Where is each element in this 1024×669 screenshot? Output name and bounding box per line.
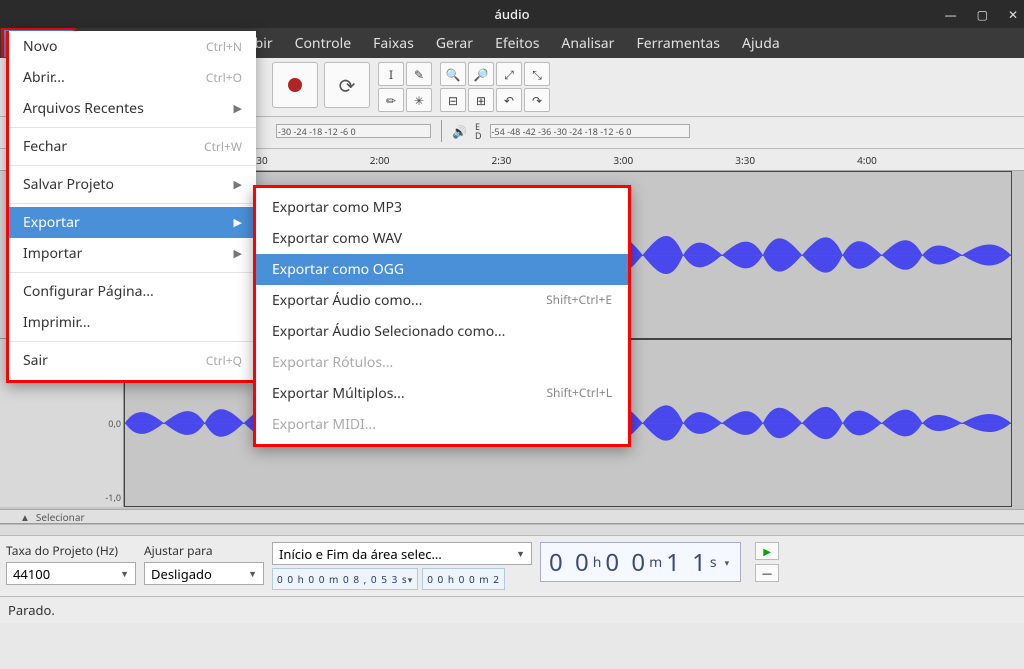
fit-project-icon[interactable]: ⤡ [524,62,550,86]
speaker-icon[interactable]: 🔊 [452,123,467,140]
selection-start[interactable]: 0 0 h 0 0 m 0 8 , 0 5 3 s▾ [272,568,418,590]
export-mp3[interactable]: Exportar como MP3 [256,192,628,223]
tools-toolbar: I ✎ ✏ ✳ [378,62,432,112]
zoom-out-icon[interactable]: 🔎 [468,62,494,86]
export-submenu: Exportar como MP3 Exportar como WAV Expo… [253,185,631,447]
close-icon[interactable]: ✕ [1008,6,1018,23]
transport-toolbar [272,62,370,108]
export-ogg[interactable]: Exportar como OGG [256,254,628,285]
select-band[interactable]: ▲ Selecionar [0,509,1024,523]
menu-item-novo[interactable]: NovoCtrl+N [9,31,256,62]
export-midi: Exportar MIDI... [256,409,628,440]
export-rotulos: Exportar Rótulos... [256,347,628,378]
hscroll[interactable] [0,524,1024,536]
export-audio-como[interactable]: Exportar Áudio como...Shift+Ctrl+E [256,285,628,316]
menu-gerar[interactable]: Gerar [426,30,483,57]
play-at-speed-button[interactable]: ▶ [755,542,779,560]
status-bar: Parado. [0,597,1024,623]
audio-position[interactable]: 0 0h 0 0m 1 1s ▾ [540,542,741,582]
trim-icon[interactable]: ⊟ [440,88,466,112]
content-area: NovoCtrl+N Abrir...Ctrl+O Arquivos Recen… [0,149,1024,524]
selection-range: Início e Fim da área selec…▼ 0 0 h 0 0 m… [272,542,532,590]
minimize-icon[interactable]: — [945,6,957,23]
menu-efeitos[interactable]: Efeitos [485,30,549,57]
menu-item-abrir[interactable]: Abrir...Ctrl+O [9,62,256,93]
menu-faixas[interactable]: Faixas [363,30,424,57]
menu-item-fechar[interactable]: FecharCtrl+W [9,131,256,162]
loop-button[interactable] [324,62,370,108]
selection-tool[interactable]: I [378,62,404,86]
project-rate: Taxa do Projeto (Hz) 44100▼ [6,542,136,585]
zoom-in-icon[interactable]: 🔍 [440,62,466,86]
meter-channels: E D [475,122,482,140]
undo-icon[interactable]: ↶ [496,88,522,112]
speed-slider[interactable]: — [755,564,779,582]
play-at-speed: ▶ — [755,542,779,582]
fit-selection-icon[interactable]: ⤢ [496,62,522,86]
menu-item-config-pagina[interactable]: Configurar Página... [9,276,256,307]
scale-mid2: 0,0 [108,417,121,430]
project-rate-label: Taxa do Projeto (Hz) [6,542,136,559]
silence-icon[interactable]: ⊞ [468,88,494,112]
menu-analisar[interactable]: Analisar [551,30,624,57]
window-title: áudio [494,5,529,23]
export-multiplos[interactable]: Exportar Múltiplos...Shift+Ctrl+L [256,378,628,409]
draw-tool[interactable]: ✏ [378,88,404,112]
multi-tool[interactable]: ✳ [406,88,432,112]
menu-item-exportar[interactable]: Exportar▶ [9,207,256,238]
record-button[interactable] [272,62,318,108]
window-controls: — ▢ ✕ [945,0,1018,28]
record-meter[interactable]: -30 -24 -18 -12 -6 0 [276,124,431,138]
selection-toolbar: Taxa do Projeto (Hz) 44100▼ Ajustar para… [0,536,1024,597]
project-rate-combo[interactable]: 44100▼ [6,562,136,585]
scale-bot2: -1,0 [105,491,121,504]
snap-label: Ajustar para [144,542,264,559]
file-menu-dropdown: NovoCtrl+N Abrir...Ctrl+O Arquivos Recen… [6,31,256,383]
titlebar: áudio — ▢ ✕ [0,0,1024,28]
playback-meter[interactable]: -54 -48 -42 -36 -30 -24 -18 -12 -6 0 [490,124,690,138]
menu-item-sair[interactable]: SairCtrl+Q [9,345,256,376]
envelope-tool[interactable]: ✎ [406,62,432,86]
collapse-icon[interactable]: ▲ [20,510,30,524]
menu-item-recentes[interactable]: Arquivos Recentes▶ [9,93,256,124]
snap-combo[interactable]: Desligado▼ [144,562,264,585]
selection-end[interactable]: 0 0 h 0 0 m 2 [422,568,505,590]
select-label: Selecionar [36,510,85,524]
menu-ajuda[interactable]: Ajuda [732,30,790,57]
export-wav[interactable]: Exportar como WAV [256,223,628,254]
menu-item-imprimir[interactable]: Imprimir... [9,307,256,338]
export-audio-selecionado[interactable]: Exportar Áudio Selecionado como... [256,316,628,347]
menu-item-salvar-projeto[interactable]: Salvar Projeto▶ [9,169,256,200]
menu-ferramentas[interactable]: Ferramentas [626,30,730,57]
zoom-toolbar: 🔍 🔎 ⤢ ⤡ ⊟ ⊞ ↶ ↷ [440,62,550,112]
menu-controle[interactable]: Controle [285,30,362,57]
maximize-icon[interactable]: ▢ [977,6,988,23]
redo-icon[interactable]: ↷ [524,88,550,112]
menu-item-importar[interactable]: Importar▶ [9,238,256,269]
snap-to: Ajustar para Desligado▼ [144,542,264,585]
selection-mode-combo[interactable]: Início e Fim da área selec…▼ [272,542,532,565]
